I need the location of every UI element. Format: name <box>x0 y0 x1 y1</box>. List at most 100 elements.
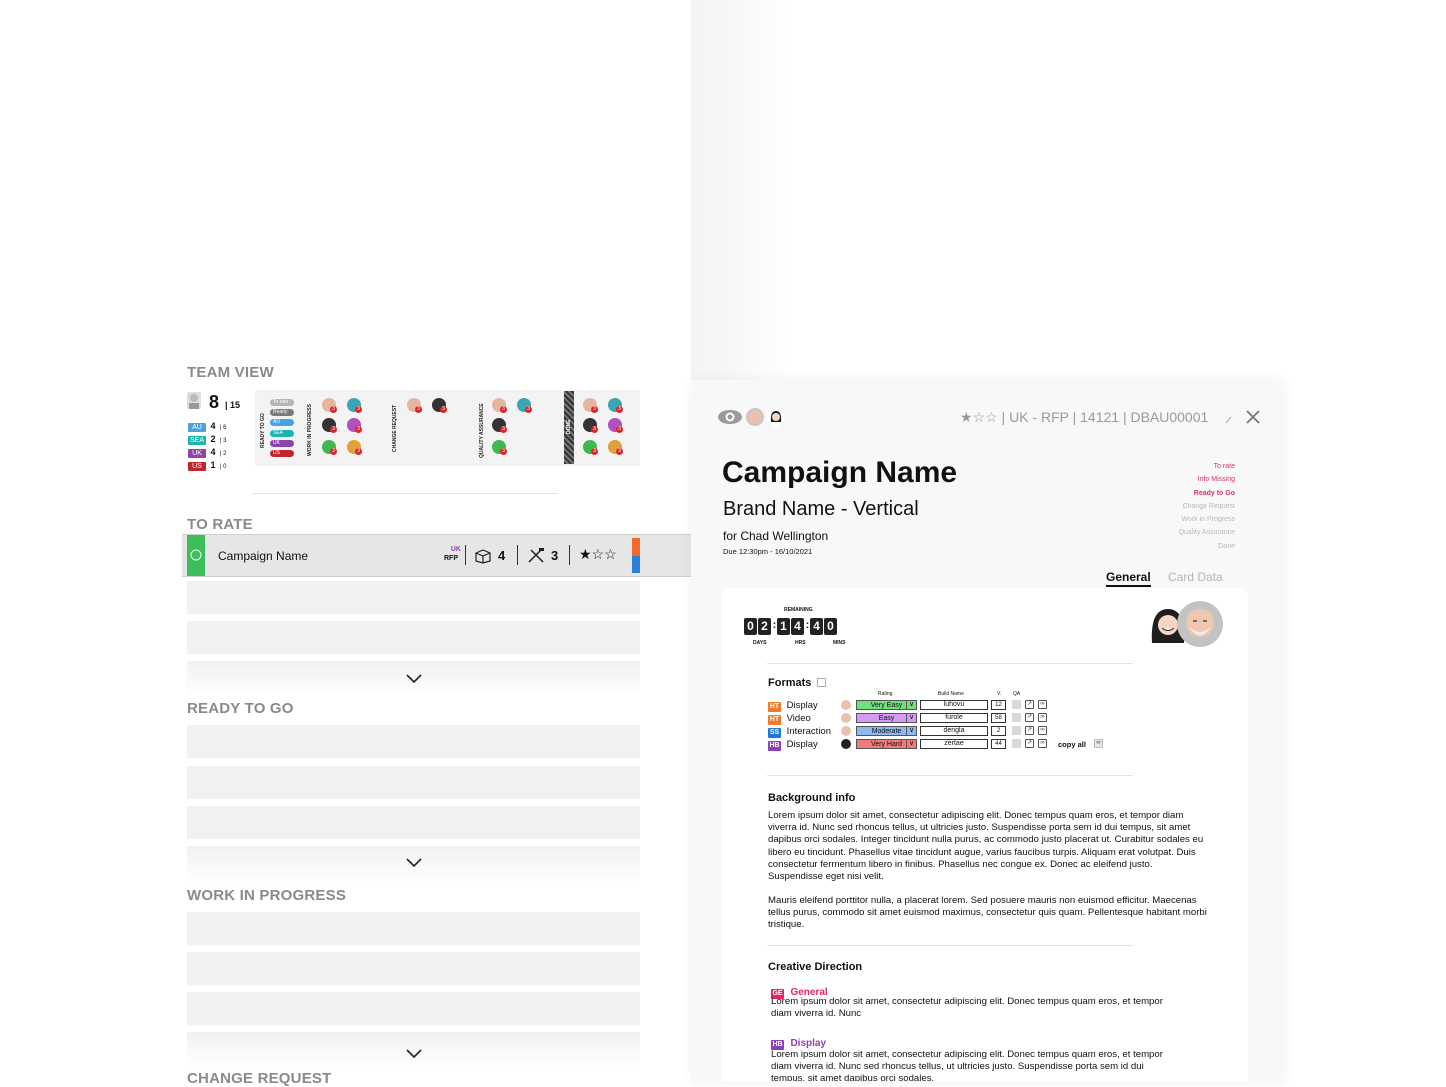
status-change-request[interactable]: Change Request <box>1135 500 1235 513</box>
qa-checkbox[interactable] <box>1012 726 1021 735</box>
team-view-summary[interactable]: 8 | 15 AU 4 | 6 SEA 2 | 3 UK 4 | 2 US 1 … <box>187 390 640 471</box>
build-name-input[interactable]: dengla <box>920 726 988 736</box>
status-ready-to-go[interactable]: Ready to Go <box>1135 487 1235 500</box>
avatar[interactable] <box>841 700 851 710</box>
card-name: Campaign Name <box>218 549 309 563</box>
chevron-down-icon: ∨ <box>906 700 916 710</box>
status-work-in-progress[interactable]: Work in Progress <box>1135 513 1235 526</box>
link-icon[interactable]: ∞ <box>1038 700 1047 709</box>
tools-icon <box>527 546 545 569</box>
status-quality-assurance[interactable]: Quality Assurance <box>1135 526 1235 539</box>
card-star-rating[interactable]: ★☆☆ <box>579 546 617 563</box>
edit-icon[interactable] <box>817 678 826 687</box>
placeholder-card <box>187 581 640 614</box>
countdown-label: REMAINING <box>784 607 813 613</box>
open-external-icon[interactable]: ↗ <box>1025 713 1034 722</box>
region-row-us: US 1 | 0 <box>188 455 226 473</box>
pencil-icon[interactable] <box>1225 412 1233 430</box>
open-external-icon[interactable]: ↗ <box>1025 726 1034 735</box>
campaign-card[interactable]: Campaign Name UK RFP 4 3 ★☆☆ <box>182 534 691 577</box>
divider <box>767 945 1133 946</box>
status-info-missing[interactable]: Info Missing <box>1135 473 1235 486</box>
creative-direction-title: Creative Direction <box>768 961 863 973</box>
column-quality-assurance: QUALITY ASSURANCE <box>479 403 485 458</box>
team-total-sub: | 15 <box>225 400 241 410</box>
avatar[interactable] <box>841 726 851 736</box>
link-icon[interactable]: ∞ <box>1038 726 1047 735</box>
count-badge: 3 <box>591 448 598 455</box>
open-external-icon[interactable]: ↗ <box>1025 700 1034 709</box>
format-row[interactable]: HT Display <box>768 700 818 712</box>
version-input[interactable]: 44 <box>991 739 1006 749</box>
panel-title: Campaign Name <box>722 456 958 489</box>
status-to-rate[interactable]: To rate <box>1135 460 1235 473</box>
format-row[interactable]: SS Interaction <box>768 726 831 738</box>
rating-select[interactable]: Moderate ∨ <box>856 726 917 736</box>
background-info-title: Background info <box>768 792 856 804</box>
rating-select[interactable]: Very Easy ∨ <box>856 700 917 710</box>
divider <box>767 663 1133 664</box>
panel-client: for Chad Wellington <box>723 529 829 543</box>
copy-all-button[interactable]: copy all <box>1058 740 1086 749</box>
build-name-input[interactable]: luhovu <box>920 700 988 710</box>
placeholder-card <box>187 912 640 945</box>
chevron-down-icon[interactable] <box>405 673 423 685</box>
avatar[interactable] <box>841 739 851 749</box>
tab-general[interactable]: General <box>1106 570 1151 587</box>
count-badge: 3 <box>355 426 362 433</box>
placeholder-card <box>187 952 640 985</box>
build-name-input[interactable]: furole <box>920 713 988 723</box>
format-row[interactable]: HB Display <box>768 739 818 751</box>
link-icon[interactable]: ∞ <box>1038 739 1047 748</box>
count-badge: 3 <box>591 406 598 413</box>
version-input[interactable]: 2 <box>991 726 1006 736</box>
count-badge: 3 <box>500 406 507 413</box>
chevron-down-icon[interactable] <box>405 857 423 869</box>
panel-subtitle: Brand Name - Vertical <box>723 498 919 520</box>
panel-due-date: Due 12:30pm - 16/10/2021 <box>723 547 813 556</box>
close-icon[interactable] <box>1245 409 1261 430</box>
open-external-icon[interactable]: ↗ <box>1025 739 1034 748</box>
placeholder-card <box>187 766 640 799</box>
avatar[interactable] <box>746 408 764 426</box>
card-tools-count: 3 <box>551 548 559 563</box>
qa-checkbox[interactable] <box>1012 713 1021 722</box>
link-icon[interactable]: ∞ <box>1038 713 1047 722</box>
card-status-strip <box>187 535 205 576</box>
tab-card-data[interactable]: Card Data <box>1168 570 1223 584</box>
card-meta: ★☆☆ | UK - RFP | 14121 | DBAU00001 <box>960 409 1209 425</box>
rating-select[interactable]: Very Hard ∨ <box>856 739 917 749</box>
column-change-request: CHANGE REQUEST <box>392 404 398 452</box>
link-icon[interactable]: ∞ <box>1094 739 1103 748</box>
version-input[interactable]: 58 <box>991 713 1006 723</box>
count-badge: 3 <box>355 448 362 455</box>
status-pill: To rate <box>270 399 294 406</box>
hrs-label: HRS <box>795 640 806 646</box>
formats-title: Formats <box>768 677 812 689</box>
column-work-in-progress: WORK IN PROGRESS <box>307 404 313 456</box>
build-name-input[interactable]: zertae <box>920 739 988 749</box>
count-badge: 3 <box>440 406 447 413</box>
status-done[interactable]: Done <box>1135 540 1235 553</box>
avatar[interactable] <box>841 713 851 723</box>
team-avatar-icon <box>187 392 201 409</box>
placeholder-card <box>187 621 640 654</box>
days-label: DAYS <box>753 640 767 646</box>
countdown-timer: 02:14:40 <box>744 617 838 635</box>
chevron-down-icon: ∨ <box>906 739 916 749</box>
divider <box>465 545 466 565</box>
col-version: V. <box>997 691 1002 697</box>
avatar[interactable] <box>767 408 785 426</box>
avatar[interactable] <box>1177 601 1223 647</box>
card-region: UK <box>450 546 461 553</box>
qa-checkbox[interactable] <box>1012 700 1021 709</box>
section-ready-to-go: READY TO GO <box>187 700 294 717</box>
format-row[interactable]: HT Video <box>768 713 811 725</box>
divider <box>767 775 1133 776</box>
version-input[interactable]: 12 <box>991 700 1006 710</box>
chevron-down-icon[interactable] <box>405 1048 423 1060</box>
eye-icon[interactable] <box>717 408 743 431</box>
qa-checkbox[interactable] <box>1012 739 1021 748</box>
rating-select[interactable]: Easy ∨ <box>856 713 917 723</box>
creative-display-text: Lorem ipsum dolor sit amet, consectetur … <box>771 1049 1163 1081</box>
